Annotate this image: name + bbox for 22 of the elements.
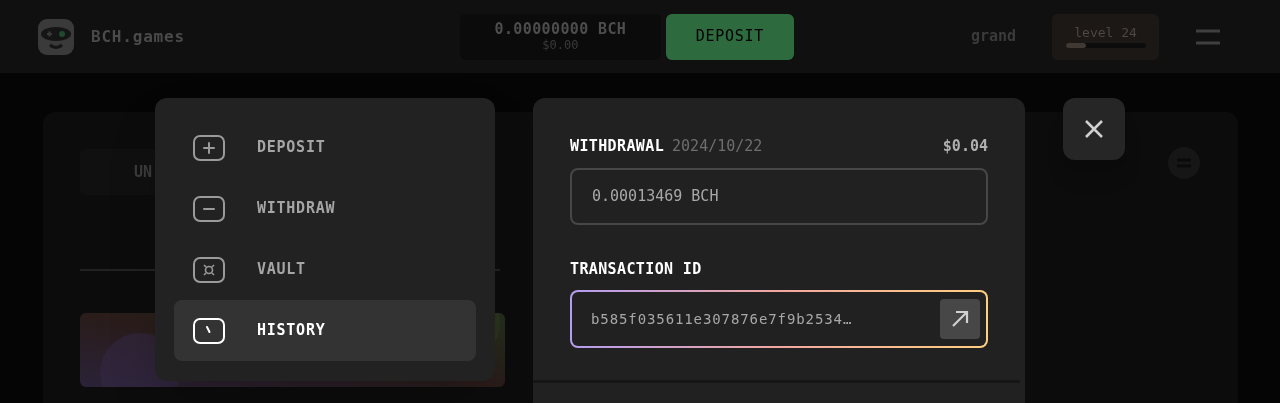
balance-amount: 0.00000000 BCH xyxy=(494,22,627,37)
transaction-id-label: TRANSACTION ID xyxy=(570,258,703,280)
safe-icon xyxy=(193,256,225,283)
transaction-date: 2024/10/22 xyxy=(672,136,763,157)
gamepad-face-icon xyxy=(38,18,74,55)
menu-item[interactable]: WITHDRAW xyxy=(174,178,476,239)
clock-icon xyxy=(193,317,225,344)
transaction-id-field[interactable]: b585f035611e307876e7f9b2534… xyxy=(570,290,988,348)
plus-icon xyxy=(193,134,225,161)
close-icon xyxy=(1084,119,1104,139)
transaction-id: b585f035611e307876e7f9b2534… xyxy=(591,309,853,329)
amount-field[interactable]: 0.00013469 BCH xyxy=(570,167,988,225)
menu-item[interactable]: HISTORY xyxy=(174,300,476,361)
arrow-up-right-icon xyxy=(950,309,970,329)
minus-icon xyxy=(193,195,225,222)
deposit-button[interactable]: DEPOSIT xyxy=(665,13,794,60)
transaction-type: WITHDRAWAL xyxy=(570,136,665,157)
transaction-usd: $0.04 xyxy=(942,136,988,157)
menu-item[interactable]: VAULT xyxy=(174,239,476,300)
menu-item[interactable]: DEPOSIT xyxy=(174,117,476,178)
close-button[interactable] xyxy=(1063,98,1125,160)
open-link-button[interactable] xyxy=(940,299,980,339)
